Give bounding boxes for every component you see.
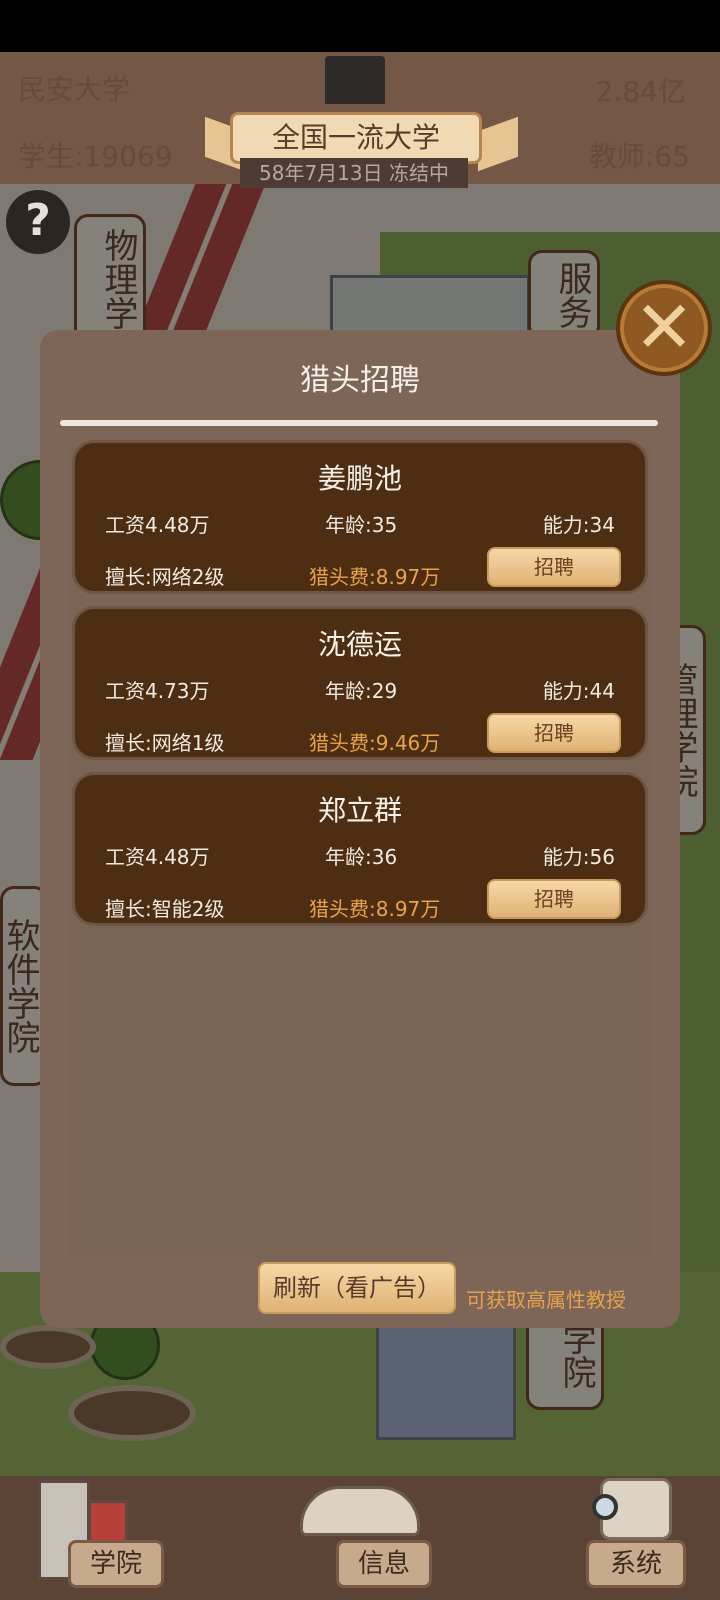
candidate-card: 郑立群 工资4.48万 年龄:36 能力:56 擅长:智能2级 猎头费:8.97… [72, 772, 648, 926]
candidate-skill: 擅长:智能2级 [105, 897, 225, 921]
rank-banner: 全国一流大学 [230, 112, 482, 164]
hire-button[interactable]: 招聘 [487, 879, 621, 919]
divider [60, 420, 658, 426]
candidate-salary: 工资4.48万 [105, 513, 210, 537]
dialog-title: 猎头招聘 [300, 363, 420, 398]
nav-system[interactable]: 系统 [586, 1540, 686, 1588]
university-building-icon [325, 56, 385, 104]
candidate-ability: 能力:56 [542, 845, 615, 869]
refresh-button[interactable]: 刷新（看广告） [258, 1262, 456, 1314]
refresh-hint: 可获取高属性教授 [466, 1288, 626, 1312]
candidate-age: 年龄:35 [325, 513, 398, 537]
candidate-name: 沈德运 [317, 628, 402, 661]
university-name: 民安大学 [18, 73, 131, 106]
close-icon[interactable]: ✕ [616, 280, 712, 376]
nav-info[interactable]: 信息 [336, 1540, 432, 1588]
candidate-name: 姜鹏池 [317, 462, 402, 495]
candidate-age: 年龄:36 [325, 845, 398, 869]
candidate-age: 年龄:29 [325, 679, 398, 703]
hire-button[interactable]: 招聘 [487, 713, 621, 753]
money-display: 2.84亿 [595, 75, 686, 108]
magnifier-icon [592, 1494, 618, 1520]
candidate-name: 郑立群 [317, 794, 402, 827]
candidate-card: 沈德运 工资4.73万 年龄:29 能力:44 擅长:网络1级 猎头费:9.46… [72, 606, 648, 760]
candidate-salary: 工资4.73万 [105, 679, 210, 703]
help-icon[interactable]: ? [6, 190, 70, 254]
game-date: 58年7月13日 冻结中 [240, 158, 468, 188]
headhunter-fee: 猎头费:9.46万 [309, 731, 441, 755]
headhunter-fee: 猎头费:8.97万 [309, 565, 441, 589]
candidate-skill: 擅长:网络1级 [105, 731, 225, 755]
candidate-skill: 擅长:网络2级 [105, 565, 225, 589]
headhunter-fee: 猎头费:8.97万 [309, 897, 441, 921]
student-count: 学生:19069 [18, 140, 173, 173]
book-icon [300, 1486, 420, 1536]
candidate-card: 姜鹏池 工资4.48万 年龄:35 能力:34 擅长:网络2级 猎头费:8.97… [72, 440, 648, 594]
candidate-ability: 能力:34 [542, 513, 615, 537]
status-bar [0, 0, 720, 52]
hire-button[interactable]: 招聘 [487, 547, 621, 587]
candidate-ability: 能力:44 [542, 679, 615, 703]
teacher-count: 教师:65 [588, 140, 690, 173]
candidate-salary: 工资4.48万 [105, 845, 210, 869]
nav-college[interactable]: 学院 [68, 1540, 164, 1588]
